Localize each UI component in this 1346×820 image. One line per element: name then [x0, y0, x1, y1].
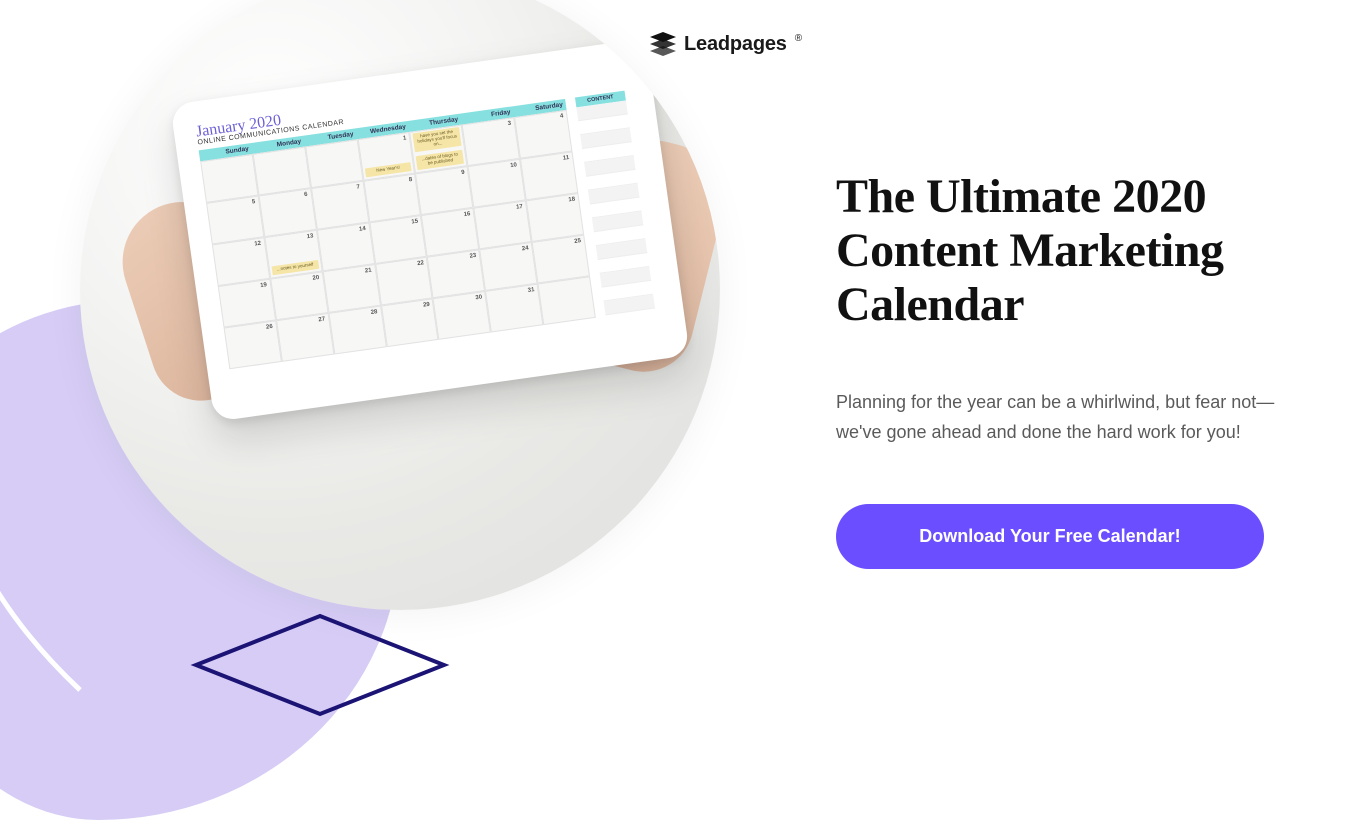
- brand-logo: Leadpages ®: [650, 32, 802, 56]
- calendar-cell: 31: [485, 284, 543, 333]
- calendar-cell: 9: [415, 166, 473, 215]
- calendar-cell: [538, 276, 596, 325]
- calendar-cell: 22: [375, 257, 433, 306]
- calendar-cell: 17: [474, 200, 532, 249]
- calendar-cell: 15: [369, 215, 427, 264]
- page-description: Planning for the year can be a whirlwind…: [836, 387, 1276, 447]
- calendar-cell: [253, 147, 311, 196]
- leadpages-stack-icon: [650, 32, 676, 56]
- calendar-cell: 3: [462, 117, 520, 166]
- calendar-cell: 14: [317, 222, 375, 271]
- hero-image: January 2020 ONLINE COMMUNICATIONS CALEN…: [80, 0, 720, 610]
- calendar-cell: 27: [276, 313, 334, 362]
- calendar-cell: 20: [270, 271, 328, 320]
- page-headline: The Ultimate 2020 Content Marketing Cale…: [836, 170, 1276, 331]
- calendar-cell: 1New Year's!: [357, 132, 415, 181]
- registered-mark: ®: [795, 33, 802, 44]
- calendar-cell: 19: [218, 279, 276, 328]
- calendar-cell: 18: [526, 193, 584, 242]
- download-button[interactable]: Download Your Free Calendar!: [836, 504, 1264, 569]
- calendar-cell: 4: [514, 110, 572, 159]
- calendar-cell: 25: [532, 235, 590, 284]
- calendar-cell: 16: [421, 208, 479, 257]
- calendar-cell: 2have you set the holidays you'll focus …: [410, 125, 468, 174]
- tablet-device: January 2020 ONLINE COMMUNICATIONS CALEN…: [170, 38, 690, 422]
- calendar-cell: 8: [363, 173, 421, 222]
- calendar-note: have you set the holidays you'll focus o…: [413, 127, 462, 152]
- calendar-cell: 21: [322, 264, 380, 313]
- decorative-diamond: [190, 610, 450, 720]
- calendar-cell: 29: [381, 298, 439, 347]
- calendar-cell: 24: [479, 242, 537, 291]
- calendar-cell: 11: [520, 151, 578, 200]
- calendar-cell: 6: [258, 188, 316, 237]
- calendar-cell: 12: [212, 237, 270, 286]
- calendar-cell: [305, 139, 363, 188]
- calendar-cell: 28: [328, 306, 386, 355]
- calendar-cell: 10: [468, 159, 526, 208]
- calendar-cell: 30: [433, 291, 491, 340]
- calendar-cell: 26: [224, 320, 282, 369]
- calendar-cell: 13...notes to yourself: [264, 230, 322, 279]
- brand-name: Leadpages: [684, 33, 787, 56]
- calendar-cell: 7: [311, 181, 369, 230]
- calendar-cell: 23: [427, 249, 485, 298]
- calendar-cell: [200, 154, 258, 203]
- calendar-grid: Sunday Monday Tuesday Wednesday Thursday…: [199, 99, 596, 369]
- calendar-cell: 5: [206, 196, 264, 245]
- main-content: The Ultimate 2020 Content Marketing Cale…: [836, 170, 1276, 569]
